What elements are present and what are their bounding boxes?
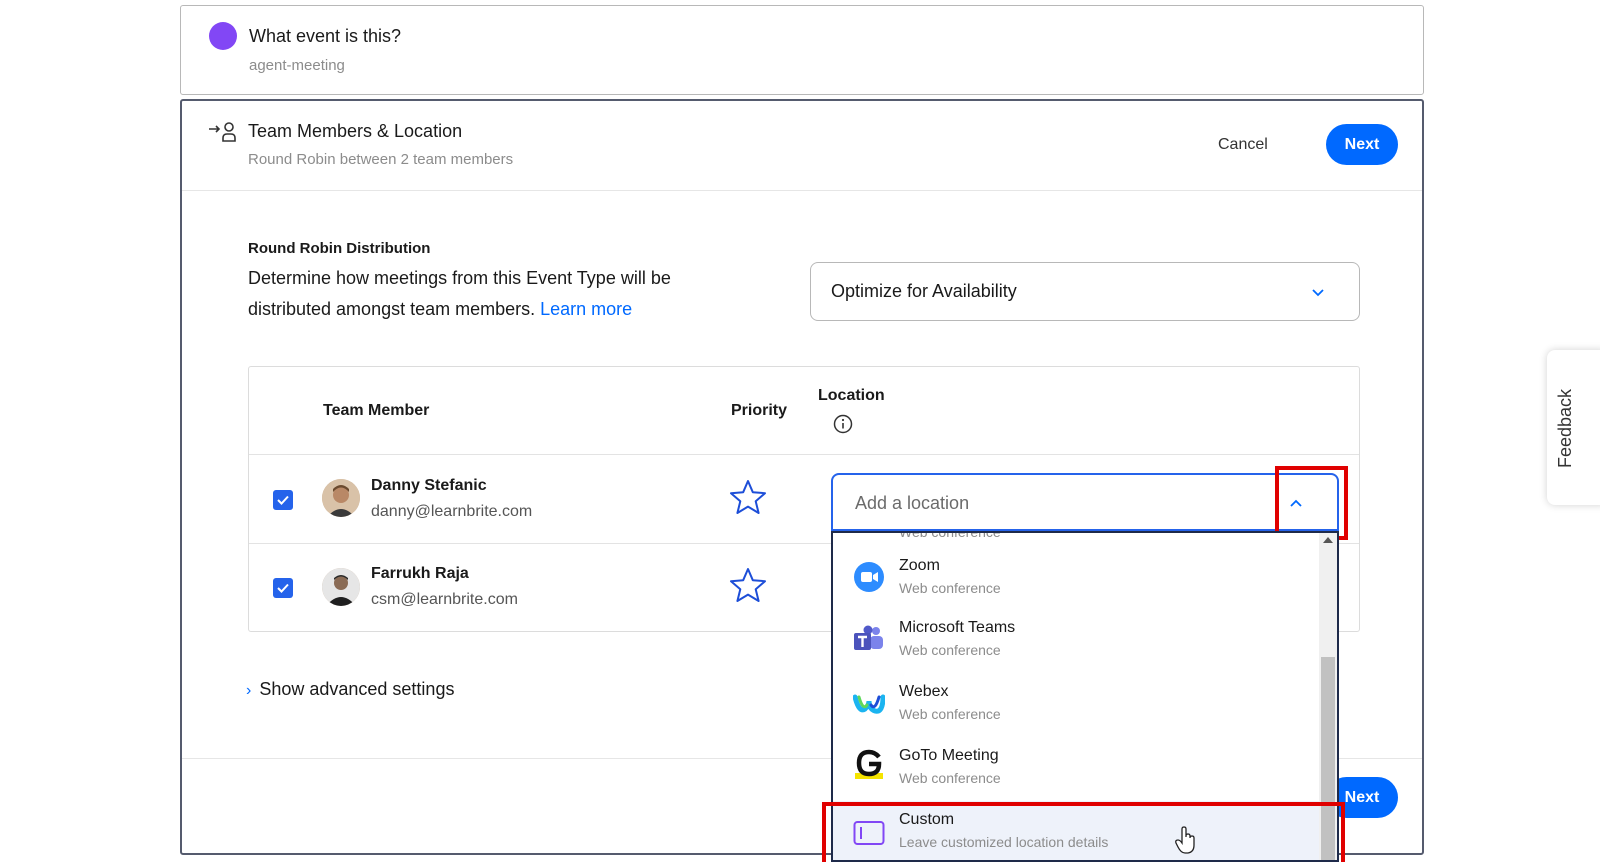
location-option-subtitle: Web conference (899, 706, 1001, 722)
priority-star-icon[interactable] (729, 479, 767, 515)
microsoft-teams-icon (854, 625, 883, 650)
chevron-right-icon: › (246, 682, 252, 699)
scroll-up-arrow-icon[interactable] (1323, 537, 1333, 543)
location-option-zoom[interactable]: Zoom Web conference (833, 545, 1319, 609)
team-assign-icon (209, 122, 236, 142)
info-icon[interactable] (833, 414, 853, 434)
column-header-location: Location (818, 387, 885, 404)
chevron-up-icon[interactable] (1289, 497, 1303, 511)
event-color-dot (209, 22, 237, 50)
learn-more-link[interactable]: Learn more (540, 299, 632, 319)
column-header-priority: Priority (731, 402, 788, 419)
advanced-settings-label: Show advanced settings (259, 679, 455, 699)
member-email: csm@learnbrite.com (371, 591, 518, 608)
distribution-select[interactable]: Optimize for Availability (810, 262, 1360, 321)
cancel-button[interactable]: Cancel (1218, 131, 1268, 159)
check-icon (277, 583, 289, 593)
check-icon (277, 495, 289, 505)
location-option-custom[interactable]: Custom Leave customized location details (833, 801, 1319, 860)
location-placeholder: Add a location (855, 493, 970, 513)
avatar (322, 568, 360, 606)
hand-cursor-icon (1175, 826, 1195, 854)
round-robin-description: Determine how meetings from this Event T… (248, 263, 748, 325)
location-option-subtitle: Leave customized location details (899, 834, 1109, 850)
member-name: Danny Stefanic (371, 477, 487, 494)
show-advanced-settings[interactable]: › Show advanced settings (246, 679, 454, 700)
distribution-select-value: Optimize for Availability (831, 281, 1017, 301)
webex-icon (853, 694, 885, 714)
member-checkbox[interactable] (273, 490, 293, 510)
round-robin-heading: Round Robin Distribution (248, 240, 431, 257)
section-title: Team Members & Location (248, 121, 463, 141)
column-header-team-member: Team Member (323, 402, 430, 419)
event-subtitle: agent-meeting (249, 57, 345, 74)
section-subtitle: Round Robin between 2 team members (248, 151, 514, 168)
event-title: What event is this? (249, 26, 402, 46)
location-option-subtitle: Web conference (899, 642, 1001, 658)
location-dropdown[interactable]: Web conference Zoom Web conference Micro… (831, 531, 1339, 862)
location-option-subtitle-partial: Web conference (899, 531, 1001, 540)
dropdown-scrollbar-thumb[interactable] (1321, 657, 1335, 860)
location-option-name: GoTo Meeting (899, 747, 999, 764)
member-email: danny@learnbrite.com (371, 503, 533, 520)
next-button[interactable]: Next (1326, 124, 1398, 165)
location-option-name: Webex (899, 683, 949, 700)
location-option-subtitle: Web conference (899, 770, 1001, 786)
location-option-subtitle: Web conference (899, 580, 1001, 596)
chevron-down-icon (1312, 289, 1324, 297)
feedback-tab[interactable]: Feedback (1547, 350, 1600, 505)
location-option-name: Zoom (899, 557, 940, 574)
zoom-icon (854, 562, 884, 592)
custom-location-icon (853, 821, 885, 845)
location-option-goto-meeting[interactable]: GoTo Meeting Web conference (833, 737, 1319, 801)
member-name: Farrukh Raja (371, 565, 469, 582)
location-select[interactable]: Add a location (831, 473, 1339, 531)
avatar (322, 479, 360, 517)
priority-star-icon[interactable] (729, 567, 767, 603)
event-card[interactable]: What event is this? agent-meeting (180, 5, 1424, 95)
goto-meeting-icon (855, 749, 883, 779)
location-option-name: Custom (899, 811, 955, 828)
feedback-label: Feedback (1555, 388, 1575, 468)
location-option-name: Microsoft Teams (899, 619, 1016, 636)
location-option-microsoft-teams[interactable]: Microsoft Teams Web conference (833, 609, 1319, 673)
location-option-webex[interactable]: Webex Web conference (833, 673, 1319, 737)
member-checkbox[interactable] (273, 578, 293, 598)
header-divider (182, 190, 1422, 191)
